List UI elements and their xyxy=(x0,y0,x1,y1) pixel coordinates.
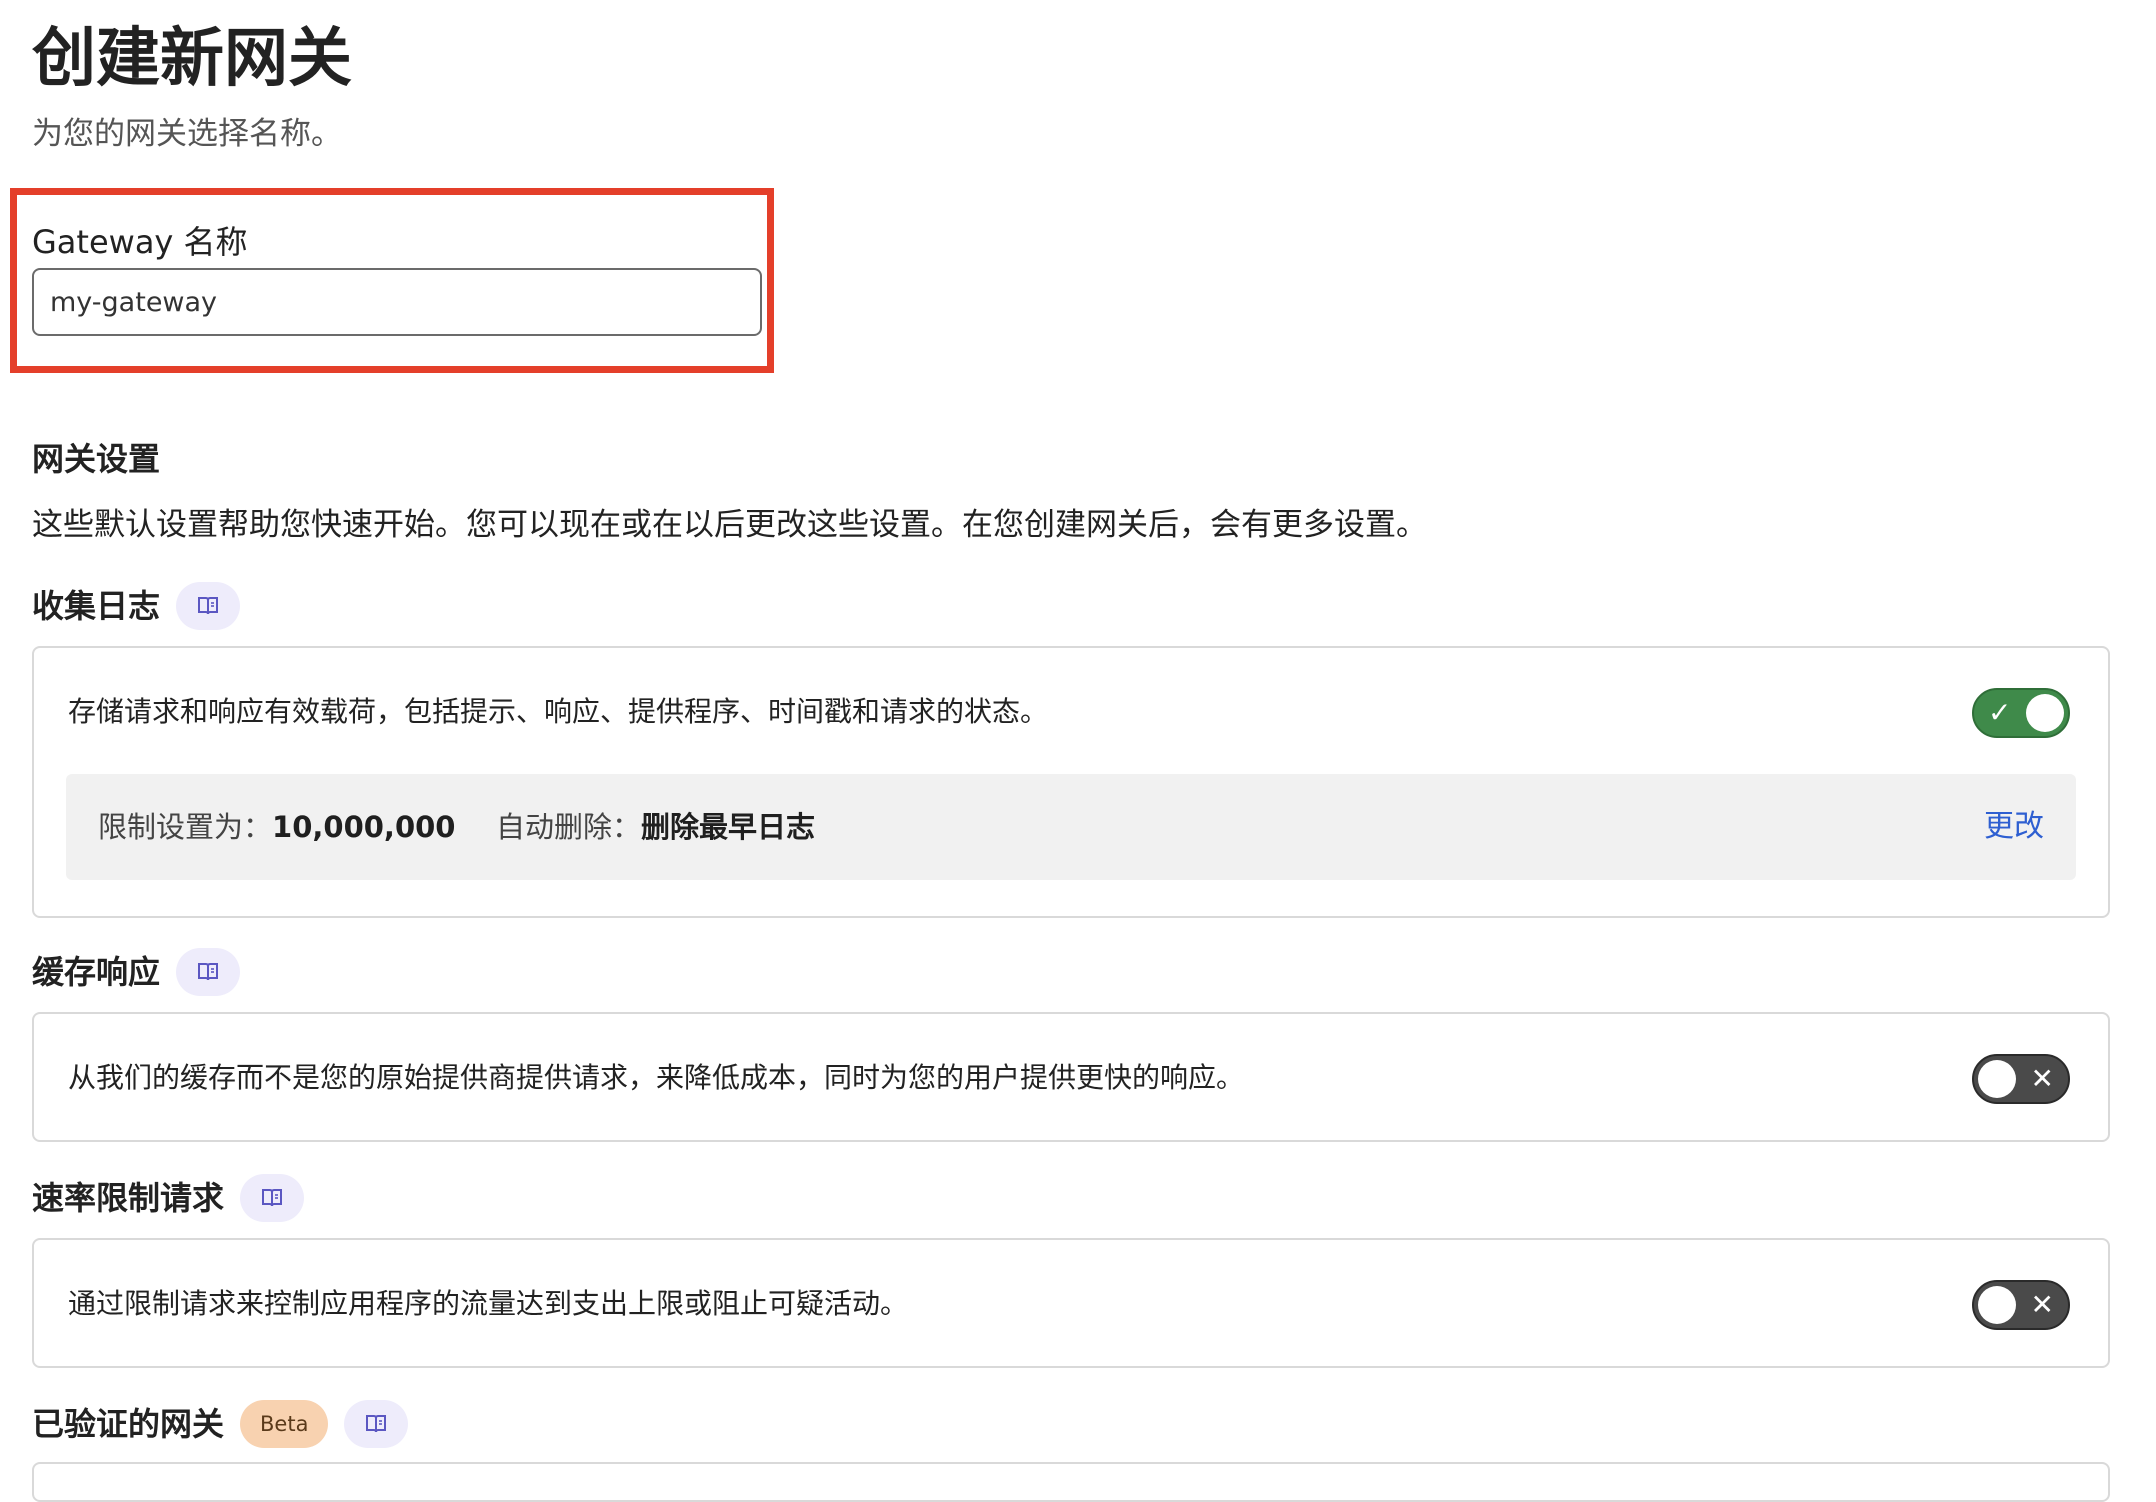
rate-limit-heading: 速率限制请求 xyxy=(32,1179,225,1217)
collect-logs-description: 存储请求和响应有效载荷，包括提示、响应、提供程序、时间戳和请求的状态。 xyxy=(68,695,1049,728)
log-limit-info: 限制设置为：10,000,000 xyxy=(98,774,455,880)
close-icon: ✕ xyxy=(2030,1288,2054,1321)
gateway-name-input[interactable] xyxy=(32,268,762,336)
authenticated-gateway-docs-button[interactable] xyxy=(344,1400,409,1448)
collect-logs-toggle[interactable]: ✓ xyxy=(1972,688,2070,738)
cache-responses-docs-button[interactable] xyxy=(176,948,241,996)
cache-responses-description: 从我们的缓存而不是您的原始提供商提供请求，来降低成本，同时为您的用户提供更快的响… xyxy=(68,1061,1245,1094)
auto-delete-value: 删除最早日志 xyxy=(641,810,816,844)
cache-responses-header: 缓存响应 xyxy=(32,948,241,996)
book-icon xyxy=(366,1415,387,1433)
page-title: 创建新网关 xyxy=(32,22,352,96)
toggle-knob xyxy=(1978,1060,2016,1098)
collect-logs-card: 存储请求和响应有效载荷，包括提示、响应、提供程序、时间戳和请求的状态。 ✓ 限制… xyxy=(32,646,2110,918)
toggle-knob xyxy=(1978,1286,2016,1324)
authenticated-gateway-heading: 已验证的网关 xyxy=(32,1405,225,1443)
rate-limit-toggle[interactable]: ✕ xyxy=(1972,1280,2070,1330)
book-icon xyxy=(262,1189,283,1207)
book-icon xyxy=(198,963,219,981)
page-subtitle: 为您的网关选择名称。 xyxy=(32,116,342,152)
close-icon: ✕ xyxy=(2030,1062,2054,1095)
collect-logs-heading: 收集日志 xyxy=(32,587,161,625)
collect-logs-docs-button[interactable] xyxy=(176,582,241,630)
log-limit-label: 限制设置为： xyxy=(98,810,273,844)
check-icon: ✓ xyxy=(1988,696,2012,729)
rate-limit-docs-button[interactable] xyxy=(240,1174,305,1222)
cache-responses-card: 从我们的缓存而不是您的原始提供商提供请求，来降低成本，同时为您的用户提供更快的响… xyxy=(32,1012,2110,1142)
beta-badge: Beta xyxy=(240,1400,329,1448)
book-icon xyxy=(198,597,219,615)
rate-limit-card: 通过限制请求来控制应用程序的流量达到支出上限或阻止可疑活动。 ✕ xyxy=(32,1238,2110,1368)
log-limit-panel: 限制设置为：10,000,000 自动删除：删除最早日志 更改 xyxy=(66,774,2076,880)
log-limit-value: 10,000,000 xyxy=(272,810,456,844)
authenticated-gateway-card xyxy=(32,1462,2110,1502)
settings-description: 这些默认设置帮助您快速开始。您可以现在或在以后更改这些设置。在您创建网关后，会有… xyxy=(32,507,1427,543)
authenticated-gateway-header: 已验证的网关 Beta xyxy=(32,1400,409,1448)
cache-responses-toggle[interactable]: ✕ xyxy=(1972,1054,2070,1104)
gateway-name-label: Gateway 名称 xyxy=(32,223,248,261)
change-link[interactable]: 更改 xyxy=(1984,774,2044,880)
cache-responses-heading: 缓存响应 xyxy=(32,953,161,991)
rate-limit-description: 通过限制请求来控制应用程序的流量达到支出上限或阻止可疑活动。 xyxy=(68,1287,909,1320)
toggle-knob xyxy=(2026,694,2064,732)
collect-logs-header: 收集日志 xyxy=(32,582,241,630)
settings-heading: 网关设置 xyxy=(32,440,161,478)
auto-delete-label: 自动删除： xyxy=(496,810,642,844)
auto-delete-info: 自动删除：删除最早日志 xyxy=(496,774,815,880)
rate-limit-header: 速率限制请求 xyxy=(32,1174,305,1222)
